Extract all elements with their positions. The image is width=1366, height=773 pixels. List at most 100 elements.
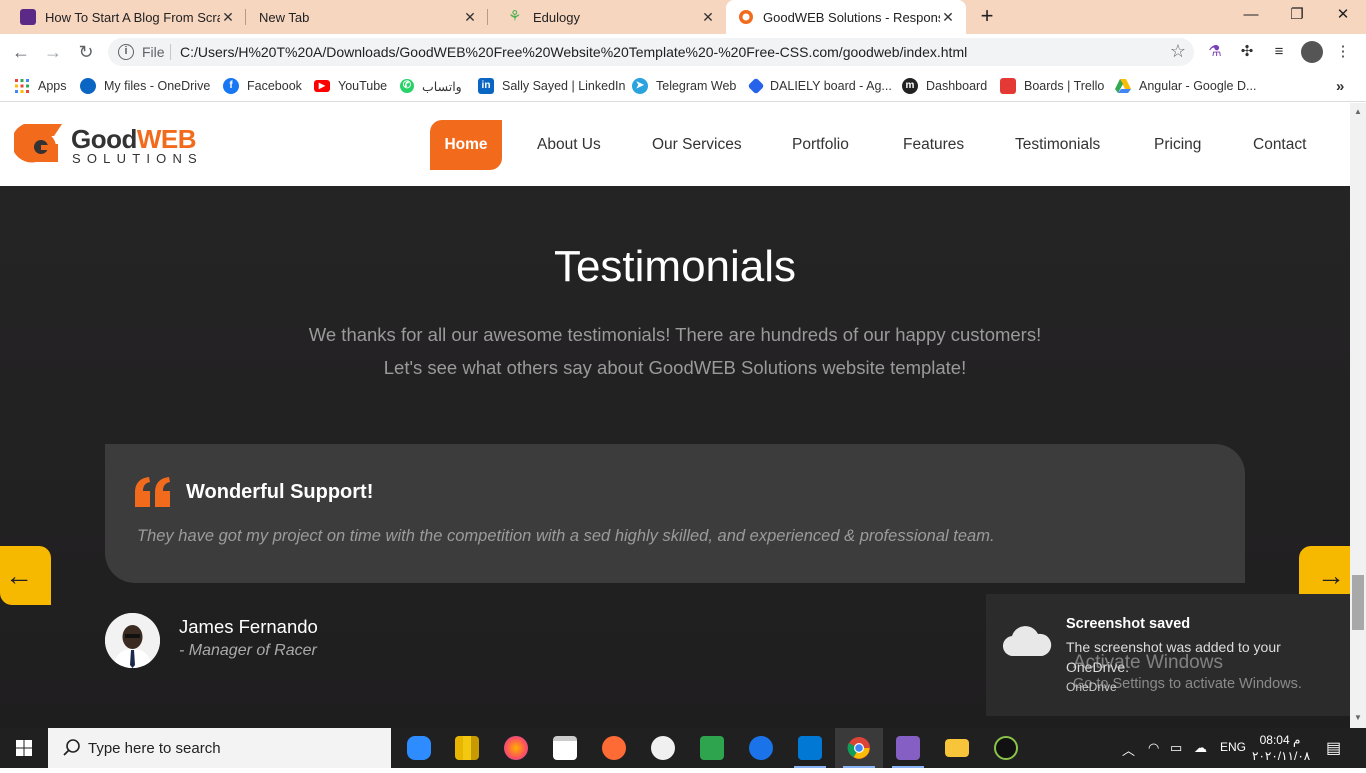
camera-icon	[994, 736, 1018, 760]
close-window-button[interactable]: ✕	[1320, 0, 1366, 32]
scheme-label: File	[142, 44, 165, 60]
bookmark-daliely[interactable]: DALIELY board - Ag...	[747, 77, 892, 95]
logo-web-text: WEB	[136, 124, 197, 154]
quote-icon	[135, 477, 170, 507]
bookmark-dashboard[interactable]: m Dashboard	[902, 77, 987, 95]
browser-tab[interactable]: ⚘ Edulogy ✕	[488, 0, 726, 34]
bookmark-angular[interactable]: Angular - Google D...	[1115, 77, 1256, 95]
carousel-prev-button[interactable]: ←	[0, 546, 51, 605]
scroll-thumb[interactable]	[1352, 575, 1364, 630]
file-explorer-taskbar-app[interactable]	[933, 728, 981, 768]
search-placeholder: Type here to search	[88, 740, 221, 757]
site-info-icon[interactable]: i	[118, 44, 134, 60]
bookmark-label: Telegram Web	[656, 79, 737, 93]
bookmark-star-icon[interactable]: ☆	[1170, 41, 1186, 62]
language-indicator[interactable]: ENG	[1220, 740, 1246, 754]
extensions-puzzle-icon[interactable]: ✣	[1238, 43, 1256, 61]
bookmarks-overflow-button[interactable]: »	[1336, 77, 1344, 95]
bookmark-youtube[interactable]: ▶ YouTube	[314, 77, 387, 95]
paint-taskbar-app[interactable]	[639, 728, 687, 768]
profile-avatar[interactable]	[1301, 41, 1323, 63]
bookmark-label: Boards | Trello	[1024, 79, 1105, 93]
nav-our-services[interactable]: Our Services	[652, 136, 742, 154]
close-tab-icon[interactable]: ✕	[462, 9, 478, 26]
chrome-taskbar-app[interactable]	[835, 728, 883, 768]
reload-button[interactable]: ↻	[74, 40, 98, 64]
camera-taskbar-app[interactable]	[982, 728, 1030, 768]
store-taskbar-app[interactable]	[541, 728, 589, 768]
sublime-taskbar-app[interactable]	[590, 728, 638, 768]
linkedin-icon: in	[478, 78, 494, 94]
bookmark-trello[interactable]: Boards | Trello	[1000, 77, 1104, 95]
notification-title: Screenshot saved	[1066, 616, 1191, 632]
address-bar[interactable]: i File C:/Users/H%20T%20A/Downloads/Good…	[108, 38, 1194, 66]
bookmark-facebook[interactable]: f Facebook	[223, 77, 302, 95]
nav-testimonials[interactable]: Testimonials	[1015, 136, 1100, 154]
media-queue-icon[interactable]: ≡	[1270, 43, 1288, 61]
bookmark-telegram[interactable]: ➤ Telegram Web	[632, 77, 736, 95]
logo-tagline: SOLUTIONS	[72, 151, 203, 166]
minimize-button[interactable]: —	[1228, 0, 1274, 32]
scroll-down-icon[interactable]: ▼	[1354, 713, 1362, 722]
close-tab-icon[interactable]: ✕	[940, 9, 956, 26]
tab-title: GoodWEB Solutions - Responsive	[763, 9, 940, 25]
app-orange-icon	[602, 736, 626, 760]
testimonial-title: Wonderful Support!	[186, 481, 374, 503]
start-button[interactable]	[0, 728, 48, 768]
nav-about-us[interactable]: About Us	[537, 136, 601, 154]
microsoft-store-icon	[553, 736, 577, 760]
nav-home[interactable]: Home	[430, 120, 502, 170]
close-tab-icon[interactable]: ✕	[220, 9, 236, 26]
visual-studio-taskbar-app[interactable]	[884, 728, 932, 768]
site-header: GoodWEB SOLUTIONS Home About Us Our Serv…	[0, 103, 1350, 186]
powerbi-taskbar-app[interactable]	[443, 728, 491, 768]
action-center-icon[interactable]: ▤	[1326, 738, 1341, 758]
section-subtitle: Let's see what others say about GoodWEB …	[383, 357, 967, 378]
goodweb-favicon-icon	[738, 9, 754, 25]
edulogy-favicon-icon: ⚘	[508, 8, 522, 25]
colorlib-favicon-icon	[20, 9, 36, 25]
bookmark-apps[interactable]: Apps	[14, 77, 67, 95]
system-clock[interactable]: 08:04 م ٢٠٢٠/١١/٠٨	[1252, 732, 1310, 764]
maps-taskbar-app[interactable]	[737, 728, 785, 768]
show-hidden-icons-icon[interactable]: ︿	[1122, 740, 1135, 759]
close-tab-icon[interactable]: ✕	[700, 9, 716, 26]
avatar	[105, 613, 160, 668]
testimonial-author-name: James Fernando	[179, 616, 318, 637]
scroll-up-icon[interactable]: ▲	[1354, 107, 1362, 116]
snip-taskbar-app[interactable]	[688, 728, 736, 768]
restore-button[interactable]: ❐	[1274, 0, 1320, 32]
vscode-taskbar-app[interactable]	[786, 728, 834, 768]
page-scrollbar[interactable]: ▲ ▼	[1350, 103, 1366, 728]
goodweb-logo-icon[interactable]	[14, 118, 68, 172]
bookmark-label: واتساب	[422, 79, 462, 94]
battery-icon[interactable]: ▭	[1170, 740, 1182, 756]
url-text[interactable]: C:/Users/H%20T%20A/Downloads/GoodWEB%20F…	[180, 44, 967, 60]
lab-extension-icon[interactable]: ⚗	[1206, 43, 1224, 61]
taskbar-search-box[interactable]: Type here to search	[48, 728, 391, 768]
onedrive-cloud-icon	[1002, 626, 1052, 657]
bookmark-linkedin[interactable]: in Sally Sayed | LinkedIn	[478, 77, 625, 95]
browser-tab[interactable]: New Tab ✕	[246, 0, 488, 34]
browser-tab[interactable]: How To Start A Blog From Scratch ✕	[0, 0, 246, 34]
browser-tab-active[interactable]: GoodWEB Solutions - Responsive ✕	[726, 0, 966, 34]
vscode-icon	[798, 736, 822, 760]
nav-portfolio[interactable]: Portfolio	[792, 136, 849, 154]
chrome-menu-icon[interactable]: ⋮	[1334, 43, 1352, 61]
nav-pricing[interactable]: Pricing	[1154, 136, 1201, 154]
onedrive-icon	[80, 78, 96, 94]
search-icon	[63, 739, 80, 756]
network-wifi-icon[interactable]: ◠	[1148, 740, 1159, 756]
zoom-taskbar-app[interactable]	[395, 728, 443, 768]
new-tab-button[interactable]: +	[976, 5, 998, 28]
bookmark-whatsapp[interactable]: ✆ واتساب	[400, 77, 462, 95]
forward-button[interactable]: →	[41, 40, 65, 64]
firefox-taskbar-app[interactable]	[492, 728, 540, 768]
bookmark-label: Angular - Google D...	[1139, 79, 1257, 93]
nav-features[interactable]: Features	[903, 136, 964, 154]
back-button[interactable]: ←	[9, 40, 33, 64]
nav-contact[interactable]: Contact	[1253, 136, 1306, 154]
onedrive-tray-icon[interactable]: ☁	[1194, 740, 1207, 756]
bookmark-onedrive[interactable]: My files - OneDrive	[80, 77, 210, 95]
paint-icon	[651, 736, 675, 760]
